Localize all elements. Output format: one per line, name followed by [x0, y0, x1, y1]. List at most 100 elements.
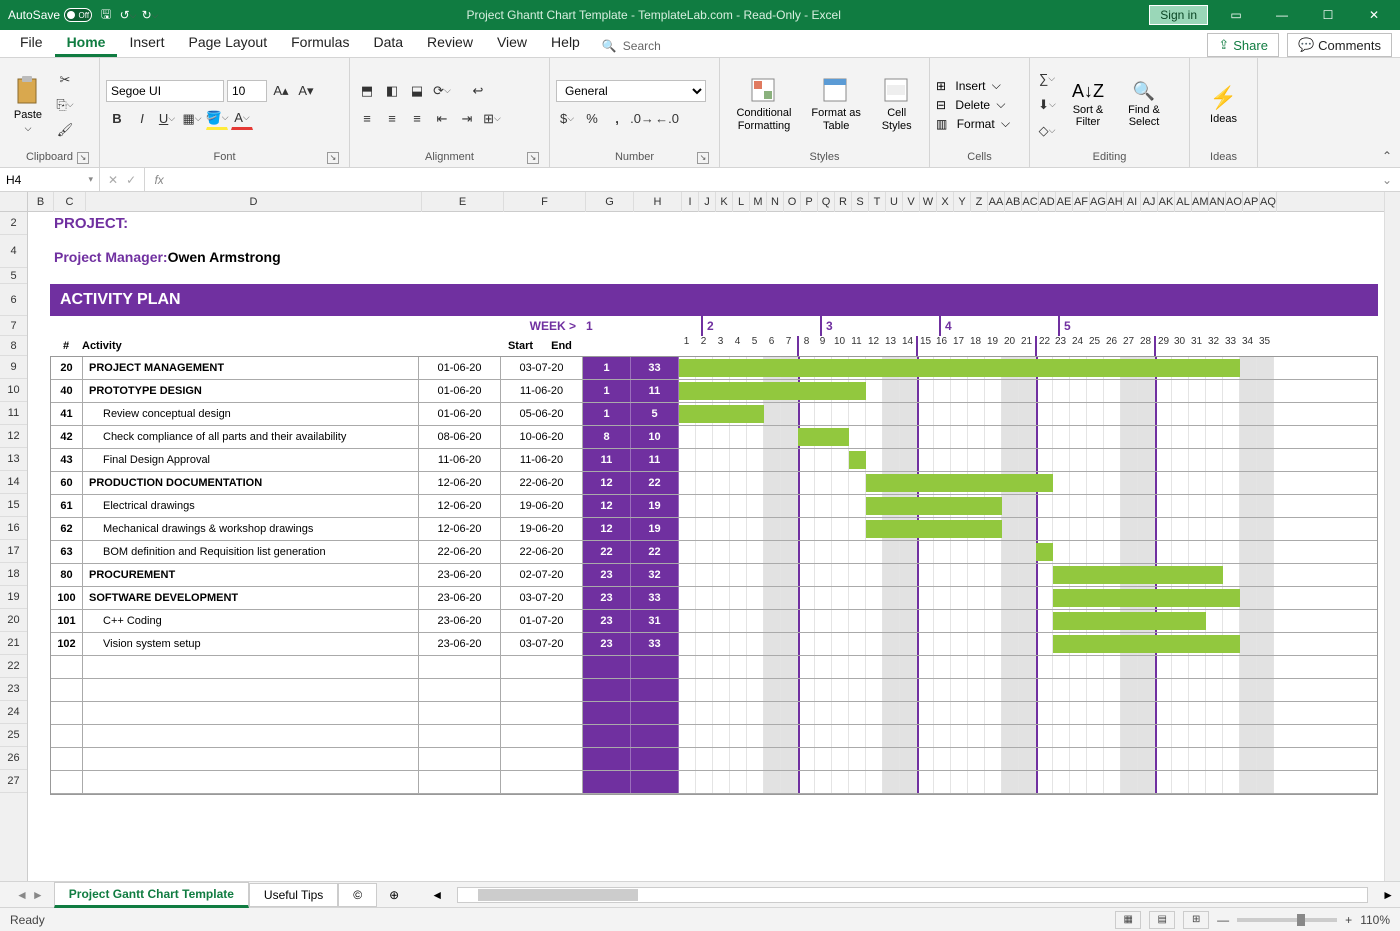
normal-view-icon[interactable]: ▦: [1115, 911, 1141, 929]
alignment-launcher-icon[interactable]: ↘: [527, 152, 539, 164]
align-middle-icon[interactable]: ◧: [381, 80, 403, 102]
zoom-value[interactable]: 110%: [1360, 913, 1390, 927]
fill-icon[interactable]: ⬇: [1036, 94, 1058, 116]
format-painter-icon[interactable]: 🖌: [54, 119, 76, 141]
enter-formula-icon[interactable]: ✓: [126, 173, 136, 187]
gantt-row[interactable]: 100SOFTWARE DEVELOPMENT23-06-2003-07-202…: [51, 587, 1377, 610]
insert-cells-button[interactable]: ⊞ Insert ⌵: [936, 78, 1023, 93]
tab-page-layout[interactable]: Page Layout: [176, 30, 279, 57]
find-select-button[interactable]: 🔍 Find & Select: [1118, 62, 1170, 147]
undo-icon[interactable]: ↺: [120, 7, 136, 23]
tab-review[interactable]: Review: [415, 30, 485, 57]
tab-insert[interactable]: Insert: [117, 30, 176, 57]
number-launcher-icon[interactable]: ↘: [697, 152, 709, 164]
wrap-text-icon[interactable]: ↩: [467, 80, 489, 102]
clear-icon[interactable]: ◇: [1036, 120, 1058, 142]
close-icon[interactable]: ✕: [1356, 0, 1392, 30]
sheet-next-icon[interactable]: ►: [32, 888, 44, 902]
gantt-row[interactable]: 102Vision system setup23-06-2003-07-2023…: [51, 633, 1377, 656]
maximize-icon[interactable]: ☐: [1310, 0, 1346, 30]
font-launcher-icon[interactable]: ↘: [327, 152, 339, 164]
percent-icon[interactable]: %: [581, 108, 603, 130]
zoom-in-icon[interactable]: +: [1345, 913, 1352, 927]
paste-button[interactable]: Paste ⌵: [6, 62, 50, 147]
fx-icon[interactable]: fx: [145, 173, 173, 187]
autosum-icon[interactable]: ∑: [1036, 68, 1058, 90]
delete-cells-button[interactable]: ⊟ Delete ⌵: [936, 97, 1023, 112]
fill-color-icon[interactable]: 🪣: [206, 108, 228, 130]
sheet-prev-icon[interactable]: ◄: [16, 888, 28, 902]
redo-icon[interactable]: ↻: [142, 7, 158, 23]
format-cells-button[interactable]: ▥ Format ⌵: [936, 116, 1023, 131]
format-table-button[interactable]: Format as Table: [806, 62, 866, 147]
gantt-row[interactable]: 60PRODUCTION DOCUMENTATION12-06-2022-06-…: [51, 472, 1377, 495]
gantt-row-empty[interactable]: [51, 725, 1377, 748]
italic-icon[interactable]: I: [131, 108, 153, 130]
currency-icon[interactable]: $: [556, 108, 578, 130]
sheet-tab-2[interactable]: Useful Tips: [249, 883, 338, 907]
tab-formulas[interactable]: Formulas: [279, 30, 361, 57]
gantt-row[interactable]: 40PROTOTYPE DESIGN01-06-2011-06-20111: [51, 380, 1377, 403]
gantt-row-empty[interactable]: [51, 679, 1377, 702]
align-bottom-icon[interactable]: ⬓: [406, 80, 428, 102]
row-headers[interactable]: 2456789101112131415161718192021222324252…: [0, 212, 28, 881]
gantt-row[interactable]: 101C++ Coding23-06-2001-07-202331: [51, 610, 1377, 633]
worksheet-grid[interactable]: BCDEFGHIJKLMNOPQRSTUVWXYZAAABACADAEAFAGA…: [0, 192, 1400, 881]
collapse-ribbon-icon[interactable]: ⌃: [1382, 149, 1392, 163]
zoom-slider[interactable]: [1237, 918, 1337, 922]
font-color-icon[interactable]: A: [231, 108, 253, 130]
bold-icon[interactable]: B: [106, 108, 128, 130]
gantt-row[interactable]: 41Review conceptual design01-06-2005-06-…: [51, 403, 1377, 426]
conditional-formatting-button[interactable]: Conditional Formatting: [726, 62, 802, 147]
page-break-icon[interactable]: ⊞: [1183, 911, 1209, 929]
increase-font-icon[interactable]: A▴: [270, 80, 292, 102]
number-format-select[interactable]: General: [556, 80, 706, 102]
cancel-formula-icon[interactable]: ✕: [108, 173, 118, 187]
cut-icon[interactable]: ✂: [54, 69, 76, 91]
ribbon-display-icon[interactable]: ▭: [1218, 0, 1254, 30]
signin-button[interactable]: Sign in: [1149, 5, 1208, 25]
align-left-icon[interactable]: ≡: [356, 108, 378, 130]
merge-icon[interactable]: ⊞: [481, 108, 503, 130]
sheet-tab-1[interactable]: Project Gantt Chart Template: [54, 882, 249, 908]
gantt-row[interactable]: 42Check compliance of all parts and thei…: [51, 426, 1377, 449]
indent-dec-icon[interactable]: ⇤: [431, 108, 453, 130]
share-button[interactable]: ⇪ Share: [1207, 33, 1279, 57]
tab-help[interactable]: Help: [539, 30, 592, 57]
save-icon[interactable]: 🖫: [98, 7, 114, 23]
decrease-font-icon[interactable]: A▾: [295, 80, 317, 102]
gantt-row[interactable]: 43Final Design Approval11-06-2011-06-201…: [51, 449, 1377, 472]
select-all-corner[interactable]: [0, 192, 28, 212]
gantt-row[interactable]: 80PROCUREMENT23-06-2002-07-202332: [51, 564, 1377, 587]
font-name-input[interactable]: [106, 80, 224, 102]
tab-data[interactable]: Data: [361, 30, 415, 57]
expand-formula-icon[interactable]: ⌄: [1374, 173, 1400, 187]
gantt-row-empty[interactable]: [51, 771, 1377, 794]
scroll-right-icon[interactable]: ►: [1382, 888, 1394, 902]
gantt-row[interactable]: 63BOM definition and Requisition list ge…: [51, 541, 1377, 564]
indent-inc-icon[interactable]: ⇥: [456, 108, 478, 130]
tab-home[interactable]: Home: [55, 30, 118, 57]
align-right-icon[interactable]: ≡: [406, 108, 428, 130]
font-size-input[interactable]: [227, 80, 267, 102]
scroll-left-icon[interactable]: ◄: [431, 888, 443, 902]
comma-icon[interactable]: ,: [606, 108, 628, 130]
align-center-icon[interactable]: ≡: [381, 108, 403, 130]
border-icon[interactable]: ▦: [181, 108, 203, 130]
clipboard-launcher-icon[interactable]: ↘: [77, 152, 89, 164]
decrease-decimal-icon[interactable]: ←.0: [656, 108, 678, 130]
increase-decimal-icon[interactable]: .0→: [631, 108, 653, 130]
minimize-icon[interactable]: —: [1264, 0, 1300, 30]
sort-filter-button[interactable]: A↓Z Sort & Filter: [1062, 62, 1114, 147]
tab-view[interactable]: View: [485, 30, 539, 57]
gantt-row-empty[interactable]: [51, 656, 1377, 679]
gantt-row[interactable]: 61Electrical drawings12-06-2019-06-20121…: [51, 495, 1377, 518]
sheet-tab-3[interactable]: ©: [338, 883, 377, 907]
underline-icon[interactable]: U: [156, 108, 178, 130]
gantt-row-empty[interactable]: [51, 702, 1377, 725]
vertical-scrollbar[interactable]: [1384, 192, 1400, 881]
name-box[interactable]: H4▾: [0, 168, 100, 192]
zoom-out-icon[interactable]: —: [1217, 913, 1229, 927]
copy-icon[interactable]: ⎘: [54, 94, 76, 116]
align-top-icon[interactable]: ⬒: [356, 80, 378, 102]
